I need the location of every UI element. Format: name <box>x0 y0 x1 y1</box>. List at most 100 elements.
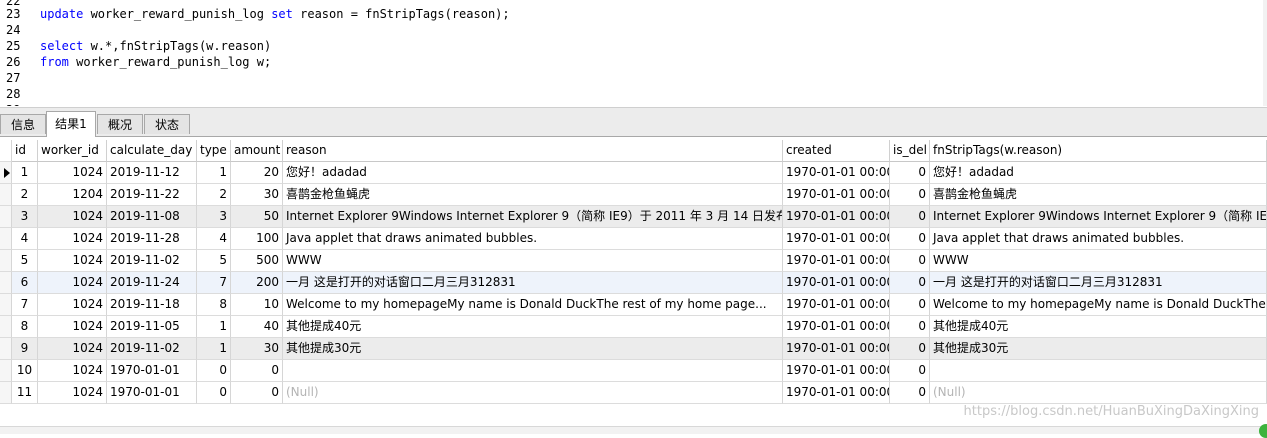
col-reason-cell[interactable]: 您好！adadad <box>283 162 783 184</box>
col-reason-cell[interactable]: 喜鹊金枪鱼蝇虎 <box>283 184 783 206</box>
col-is-del-cell[interactable]: 0 <box>890 162 930 184</box>
row-selector[interactable] <box>0 360 12 382</box>
col-calculate-day-cell[interactable]: 1970-01-01 <box>107 382 197 404</box>
col-reason-cell[interactable]: 其他提成40元 <box>283 316 783 338</box>
table-row[interactable]: 10 1024 1970-01-01 0 0 1970-01-01 00:00: 0 <box>0 360 1267 382</box>
col-id-cell[interactable]: 3 <box>12 206 38 228</box>
row-selector[interactable] <box>0 228 12 250</box>
col-is-del-cell[interactable]: 0 <box>890 360 930 382</box>
table-row[interactable]: 1 1024 2019-11-12 1 20 您好！adadad 1970-01-01 00… <box>0 162 1267 184</box>
col-worker-id-cell[interactable]: 1024 <box>38 382 107 404</box>
col-fnstriptags-cell[interactable]: 喜鹊金枪鱼蝇虎 <box>930 184 1267 206</box>
col-fnstriptags-cell[interactable]: Welcome to my homepageMy name is Donald … <box>930 294 1267 316</box>
col-id-cell[interactable]: 1 <box>12 162 38 184</box>
row-selector[interactable] <box>0 316 12 338</box>
col-created-cell[interactable]: 1970-01-01 00:00: <box>783 382 890 404</box>
col-fnstriptags-header[interactable]: fnStripTags(w.reason) <box>930 140 1267 162</box>
table-row[interactable]: 11 1024 1970-01-01 0 0 (Null) 1970-01-01 00:00… <box>0 382 1267 404</box>
col-is-del-cell[interactable]: 0 <box>890 228 930 250</box>
code-text[interactable]: select w.*,fnStripTags(w.reason) <box>40 38 271 54</box>
col-reason-cell[interactable]: Internet Explorer 9Windows Internet Expl… <box>283 206 783 228</box>
col-id-cell[interactable]: 9 <box>12 338 38 360</box>
col-calculate-day-cell[interactable]: 2019-11-08 <box>107 206 197 228</box>
col-type-cell[interactable]: 0 <box>197 382 231 404</box>
col-created-cell[interactable]: 1970-01-01 00:00: <box>783 206 890 228</box>
table-row[interactable]: 4 1024 2019-11-28 4 100 Java applet that draw… <box>0 228 1267 250</box>
col-created-cell[interactable]: 1970-01-01 00:00: <box>783 294 890 316</box>
col-type-cell[interactable]: 7 <box>197 272 231 294</box>
col-calculate-day-cell[interactable]: 1970-01-01 <box>107 360 197 382</box>
table-row[interactable]: 3 1024 2019-11-08 3 50 Internet Explorer 9Win… <box>0 206 1267 228</box>
col-type-cell[interactable]: 8 <box>197 294 231 316</box>
col-worker-id-cell[interactable]: 1024 <box>38 316 107 338</box>
col-amount-cell[interactable]: 30 <box>231 184 283 206</box>
table-row[interactable]: 6 1024 2019-11-24 7 200 一月 这是打开的对话窗口二月三月31283… <box>0 272 1267 294</box>
col-reason-cell[interactable]: 其他提成30元 <box>283 338 783 360</box>
col-id-cell[interactable]: 5 <box>12 250 38 272</box>
table-row[interactable]: 5 1024 2019-11-02 5 500 WWW 1970-01-01 00:00: 0… <box>0 250 1267 272</box>
col-created-cell[interactable]: 1970-01-01 00:00: <box>783 316 890 338</box>
col-fnstriptags-cell[interactable]: 您好！adadad <box>930 162 1267 184</box>
tab-info[interactable]: 信息 <box>0 114 46 134</box>
col-fnstriptags-cell[interactable]: (Null) <box>930 382 1267 404</box>
table-row[interactable]: 2 1204 2019-11-22 2 30 喜鹊金枪鱼蝇虎 1970-01-01 00:0… <box>0 184 1267 206</box>
col-id-cell[interactable]: 2 <box>12 184 38 206</box>
tab-status[interactable]: 状态 <box>144 114 190 134</box>
row-selector[interactable] <box>0 162 12 184</box>
editor-scrollbar[interactable] <box>1263 0 1267 106</box>
col-reason-cell[interactable]: 一月 这是打开的对话窗口二月三月312831 <box>283 272 783 294</box>
col-type-cell[interactable]: 5 <box>197 250 231 272</box>
col-id-cell[interactable]: 10 <box>12 360 38 382</box>
col-calculate-day-cell[interactable]: 2019-11-22 <box>107 184 197 206</box>
table-row[interactable]: 7 1024 2019-11-18 8 10 Welcome to my homepage… <box>0 294 1267 316</box>
col-calculate-day-cell[interactable]: 2019-11-02 <box>107 338 197 360</box>
row-selector[interactable] <box>0 338 12 360</box>
col-created-cell[interactable]: 1970-01-01 00:00: <box>783 360 890 382</box>
col-fnstriptags-cell[interactable]: Java applet that draws animated bubbles. <box>930 228 1267 250</box>
col-worker-id-header[interactable]: worker_id <box>38 140 107 162</box>
col-id-cell[interactable]: 4 <box>12 228 38 250</box>
col-amount-cell[interactable]: 30 <box>231 338 283 360</box>
col-created-cell[interactable]: 1970-01-01 00:00: <box>783 272 890 294</box>
col-created-cell[interactable]: 1970-01-01 00:00: <box>783 338 890 360</box>
col-worker-id-cell[interactable]: 1024 <box>38 338 107 360</box>
col-worker-id-cell[interactable]: 1024 <box>38 360 107 382</box>
col-created-cell[interactable]: 1970-01-01 00:00: <box>783 250 890 272</box>
col-calculate-day-cell[interactable]: 2019-11-02 <box>107 250 197 272</box>
col-calculate-day-cell[interactable]: 2019-11-24 <box>107 272 197 294</box>
row-selector[interactable] <box>0 272 12 294</box>
sql-editor[interactable]: 22 23 update worker_reward_punish_log set … <box>0 0 1267 106</box>
col-reason-cell[interactable]: (Null) <box>283 382 783 404</box>
col-fnstriptags-cell[interactable] <box>930 360 1267 382</box>
table-row[interactable]: 8 1024 2019-11-05 1 40 其他提成40元 1970-01-01 00:0… <box>0 316 1267 338</box>
row-selector[interactable] <box>0 184 12 206</box>
col-worker-id-cell[interactable]: 1024 <box>38 206 107 228</box>
col-reason-cell[interactable]: Welcome to my homepageMy name is Donald … <box>283 294 783 316</box>
col-worker-id-cell[interactable]: 1024 <box>38 294 107 316</box>
col-type-cell[interactable]: 2 <box>197 184 231 206</box>
table-row[interactable]: 9 1024 2019-11-02 1 30 其他提成30元 1970-01-01 00:0… <box>0 338 1267 360</box>
col-id-cell[interactable]: 6 <box>12 272 38 294</box>
col-type-cell[interactable]: 3 <box>197 206 231 228</box>
col-amount-cell[interactable]: 100 <box>231 228 283 250</box>
row-selector[interactable] <box>0 206 12 228</box>
col-type-cell[interactable]: 0 <box>197 360 231 382</box>
row-selector[interactable] <box>0 382 12 404</box>
col-reason-cell[interactable] <box>283 360 783 382</box>
col-calculate-day-cell[interactable]: 2019-11-18 <box>107 294 197 316</box>
row-selector[interactable] <box>0 294 12 316</box>
col-created-cell[interactable]: 1970-01-01 00:00: <box>783 228 890 250</box>
col-amount-cell[interactable]: 50 <box>231 206 283 228</box>
col-worker-id-cell[interactable]: 1024 <box>38 162 107 184</box>
col-is-del-cell[interactable]: 0 <box>890 382 930 404</box>
col-amount-cell[interactable]: 20 <box>231 162 283 184</box>
col-is-del-cell[interactable]: 0 <box>890 272 930 294</box>
col-fnstriptags-cell[interactable]: 其他提成30元 <box>930 338 1267 360</box>
col-type-cell[interactable]: 1 <box>197 162 231 184</box>
col-amount-cell[interactable]: 10 <box>231 294 283 316</box>
col-created-cell[interactable]: 1970-01-01 00:00: <box>783 184 890 206</box>
col-amount-cell[interactable]: 0 <box>231 382 283 404</box>
col-type-cell[interactable]: 4 <box>197 228 231 250</box>
col-fnstriptags-cell[interactable]: 其他提成40元 <box>930 316 1267 338</box>
col-worker-id-cell[interactable]: 1024 <box>38 228 107 250</box>
